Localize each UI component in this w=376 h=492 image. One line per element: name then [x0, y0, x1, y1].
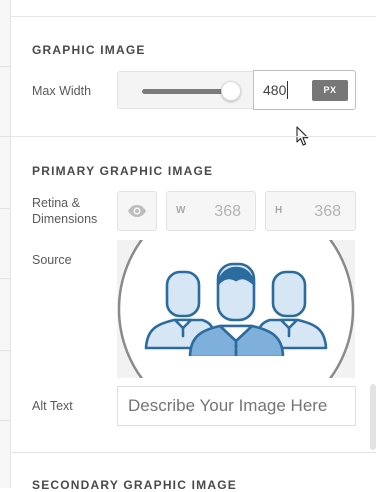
width-letter: W [176, 205, 186, 216]
panel-divider [0, 278, 10, 279]
alt-text-input[interactable] [117, 386, 356, 426]
height-letter: H [275, 205, 283, 216]
eye-icon [127, 204, 147, 223]
panel-divider [0, 136, 10, 137]
mouse-pointer-icon [296, 126, 310, 153]
panel-divider [0, 208, 10, 209]
secondary-graphic-title: SECONDARY GRAPHIC IMAGE [32, 478, 237, 492]
slider-thumb[interactable] [221, 81, 241, 101]
panel-divider [0, 350, 10, 351]
max-width-input[interactable]: 480 PX [253, 70, 356, 110]
panel-divider [0, 66, 10, 67]
height-value: 368 [314, 203, 341, 220]
max-width-value: 480 [263, 82, 287, 98]
panel-divider [0, 420, 10, 421]
primary-graphic-title: PRIMARY GRAPHIC IMAGE [32, 164, 214, 178]
image-source-preview[interactable] [117, 240, 355, 378]
graphic-image-title: GRAPHIC IMAGE [32, 43, 146, 57]
text-caret [287, 81, 288, 99]
retina-dimensions-label: Retina & Dimensions [32, 196, 98, 226]
section-divider [10, 136, 376, 137]
section-divider [10, 452, 376, 453]
left-panel-edge [0, 0, 11, 488]
section-divider [10, 16, 376, 17]
team-people-icon [117, 240, 355, 378]
alt-text-label: Alt Text [32, 399, 73, 413]
max-width-slider[interactable] [117, 71, 255, 109]
height-field[interactable]: H 368 [265, 191, 356, 231]
unit-button[interactable]: PX [312, 80, 348, 101]
source-label: Source [32, 253, 72, 267]
scrollbar-thumb[interactable] [370, 384, 376, 450]
width-field[interactable]: W 368 [166, 191, 256, 231]
retina-toggle[interactable] [117, 191, 157, 231]
max-width-label: Max Width [32, 84, 92, 98]
width-value: 368 [214, 203, 241, 220]
